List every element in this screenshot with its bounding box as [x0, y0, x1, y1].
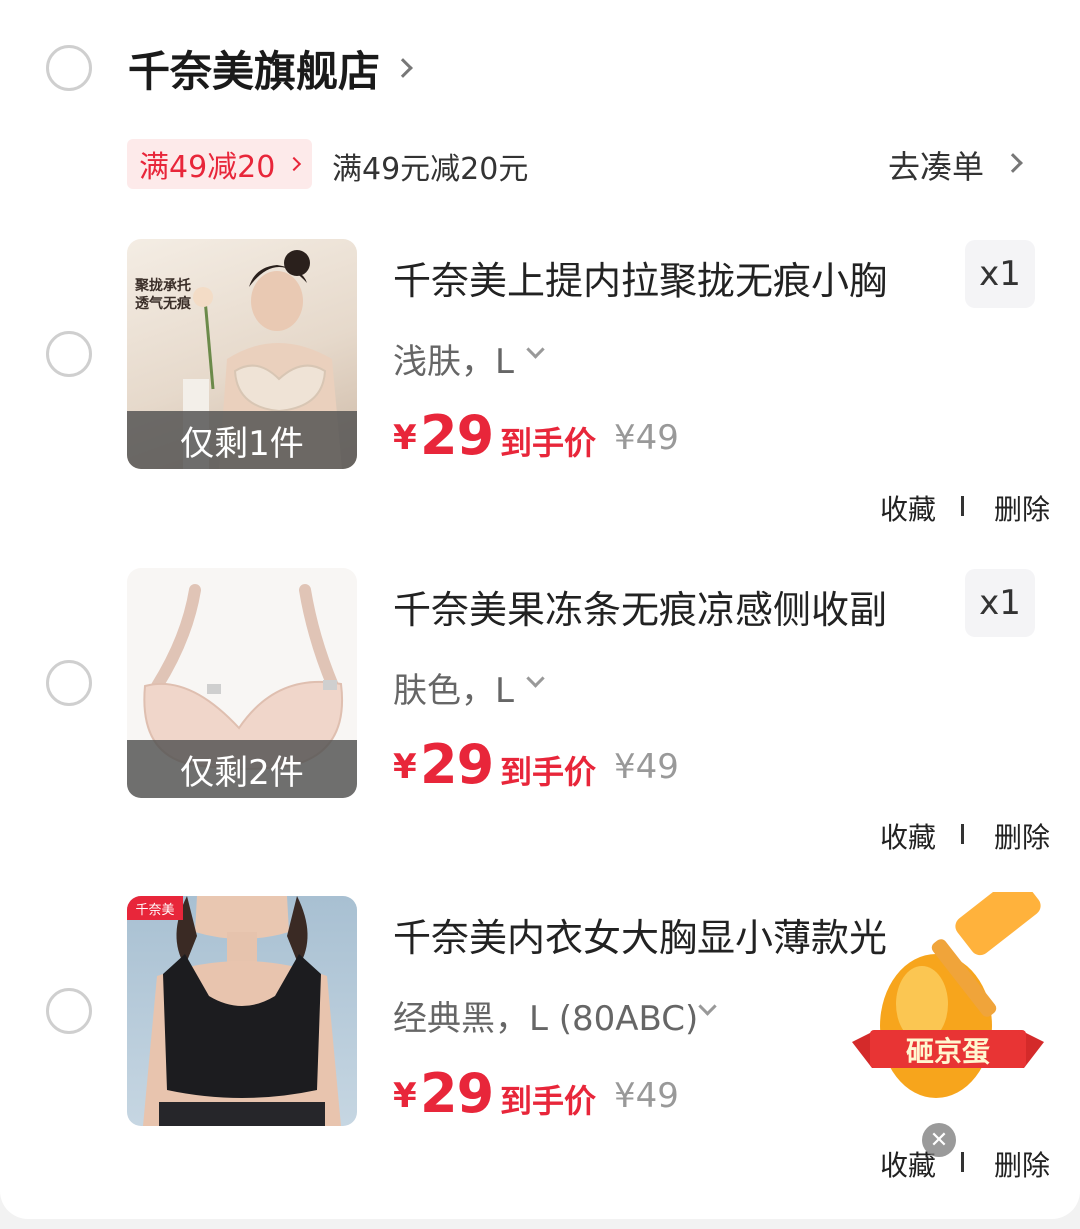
item-select-radio[interactable] [46, 988, 92, 1034]
promo-tag[interactable]: 满49减20 [127, 139, 312, 189]
currency-symbol: ¥ [393, 1076, 417, 1116]
chevron-right-icon [287, 156, 302, 172]
golden-egg-graphic [852, 876, 1044, 1098]
promo-description: 满49元减20元 [332, 152, 529, 187]
action-divider [961, 496, 964, 516]
delete-button[interactable]: 删除 [994, 488, 1050, 528]
hammer-egg-icon[interactable]: 砸京蛋 [848, 876, 1048, 1108]
quantity-button[interactable]: x1 [965, 569, 1035, 637]
favorite-button[interactable]: 收藏 [880, 816, 936, 856]
currency-symbol: ¥ [393, 747, 417, 787]
final-price: 29 [420, 404, 494, 467]
final-price-label: 到手价 [500, 753, 597, 791]
original-price: ¥49 [614, 418, 679, 458]
brand-logo: 千奈美 [127, 896, 183, 920]
promo-tag-label: 满49减20 [139, 150, 276, 185]
product-image[interactable]: 千奈美 [127, 896, 357, 1126]
product-spec-selector[interactable]: 浅肤，L [393, 334, 514, 383]
quantity-button[interactable]: x1 [965, 240, 1035, 308]
currency-symbol: ¥ [393, 418, 417, 458]
original-price: ¥49 [614, 747, 679, 787]
item-select-radio[interactable] [46, 331, 92, 377]
original-price: ¥49 [614, 1076, 679, 1116]
final-price: 29 [420, 1062, 494, 1125]
chevron-down-icon[interactable] [526, 669, 545, 688]
product-spec-selector[interactable]: 经典黑，L (80ABC) [393, 991, 698, 1040]
delete-button[interactable]: 删除 [994, 1144, 1050, 1184]
final-price-label: 到手价 [500, 424, 597, 462]
go-add-items-link[interactable]: 去凑单 [888, 142, 984, 188]
store-select-radio[interactable] [46, 45, 92, 91]
stock-remaining-label: 仅剩2件 [127, 740, 357, 798]
chevron-right-icon[interactable] [393, 58, 413, 78]
product-photo [143, 896, 341, 1126]
delete-button[interactable]: 删除 [994, 816, 1050, 856]
product-title[interactable]: 千奈美内衣女大胸显小薄款光 [393, 907, 923, 962]
stock-remaining-label: 仅剩1件 [127, 411, 357, 469]
product-spec-selector[interactable]: 肤色，L [393, 663, 514, 712]
favorite-button[interactable]: 收藏 [880, 488, 936, 528]
product-image[interactable]: 仅剩2件 [127, 568, 357, 798]
image-caption: 聚拢承托 透气无痕 [135, 278, 191, 312]
smash-egg-label: 砸京蛋 [905, 1035, 990, 1068]
chevron-down-icon[interactable] [526, 340, 545, 359]
item-select-radio[interactable] [46, 660, 92, 706]
product-title[interactable]: 千奈美上提内拉聚拢无痕小胸 [393, 250, 923, 305]
action-divider [961, 824, 964, 844]
store-cart-card: 千奈美旗舰店 满49减20 满49元减20元 去凑单 聚拢承托 透气无痕 仅剩1… [0, 0, 1080, 1219]
product-image[interactable]: 聚拢承托 透气无痕 仅剩1件 [127, 239, 357, 469]
close-icon[interactable]: ✕ [922, 1123, 956, 1157]
action-divider [961, 1152, 964, 1172]
chevron-down-icon[interactable] [698, 997, 717, 1016]
final-price: 29 [420, 733, 494, 796]
final-price-label: 到手价 [500, 1082, 597, 1120]
product-title[interactable]: 千奈美果冻条无痕凉感侧收副 [393, 579, 923, 634]
chevron-right-icon[interactable] [1003, 153, 1023, 173]
store-name[interactable]: 千奈美旗舰店 [128, 38, 380, 99]
